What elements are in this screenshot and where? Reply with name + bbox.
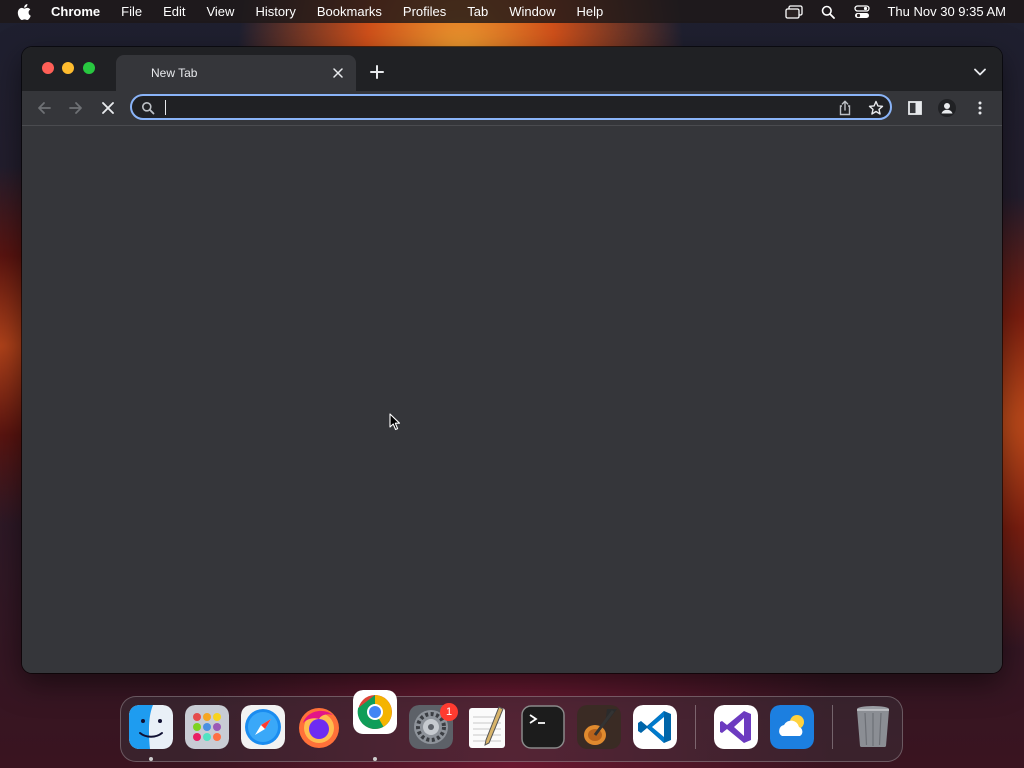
menu-view[interactable]: View [206, 4, 234, 19]
dock-separator [695, 705, 696, 749]
text-caret [165, 100, 166, 115]
back-arrow-icon[interactable] [33, 97, 55, 119]
browser-toolbar [22, 91, 1002, 125]
stop-loading-x-icon[interactable] [97, 97, 119, 119]
forward-arrow-icon[interactable] [65, 97, 87, 119]
apple-menu-icon[interactable] [17, 3, 35, 20]
garageband-guitar-icon[interactable] [577, 705, 621, 749]
tab-search-chevron-down-icon[interactable] [972, 64, 988, 80]
side-panel-icon[interactable] [904, 97, 926, 119]
tab-new-tab[interactable]: New Tab [116, 55, 356, 91]
chrome-window: New Tab [22, 47, 1002, 673]
mouse-pointer-icon [389, 413, 401, 431]
tab-close-icon[interactable] [330, 65, 346, 81]
menu-app-name[interactable]: Chrome [51, 4, 100, 19]
menu-history[interactable]: History [255, 4, 295, 19]
tab-title: New Tab [151, 66, 198, 80]
address-bar[interactable] [130, 94, 892, 120]
window-close-button[interactable] [42, 62, 54, 74]
textedit-icon[interactable] [465, 705, 509, 749]
menu-tab[interactable]: Tab [467, 4, 488, 19]
control-center-icon[interactable] [853, 4, 871, 20]
omnibox-search-icon [141, 101, 155, 115]
safari-icon[interactable] [241, 705, 285, 749]
menu-profiles[interactable]: Profiles [403, 4, 446, 19]
address-input[interactable] [162, 98, 826, 118]
menu-bookmarks[interactable]: Bookmarks [317, 4, 382, 19]
finder-icon[interactable] [129, 705, 173, 749]
more-options-kebab-icon[interactable] [969, 97, 991, 119]
window-zoom-button[interactable] [83, 62, 95, 74]
new-tab-plus-icon[interactable] [368, 63, 386, 81]
visual-studio-icon[interactable] [714, 705, 758, 749]
screen-mirroring-icon[interactable] [785, 4, 804, 20]
visual-studio-code-icon[interactable] [633, 705, 677, 749]
page-content[interactable] [22, 126, 1002, 673]
menu-bar-clock[interactable]: Thu Nov 30 9:35 AM [887, 4, 1006, 19]
menu-bar: Chrome File Edit View History Bookmarks … [0, 0, 1024, 23]
bookmark-star-icon[interactable] [867, 99, 885, 117]
google-chrome-icon[interactable] [353, 690, 397, 734]
trash-icon[interactable] [851, 703, 895, 747]
profile-avatar-icon[interactable] [936, 97, 958, 119]
chrome-running-dot [373, 757, 377, 761]
weather-cloud-icon[interactable] [770, 705, 814, 749]
system-settings-badge: 1 [440, 703, 458, 721]
menu-edit[interactable]: Edit [163, 4, 185, 19]
terminal-icon[interactable] [521, 705, 565, 749]
share-icon[interactable] [836, 99, 854, 117]
finder-running-dot [149, 757, 153, 761]
firefox-icon[interactable] [297, 705, 341, 749]
menu-help[interactable]: Help [577, 4, 604, 19]
window-minimize-button[interactable] [62, 62, 74, 74]
launchpad-icon[interactable] [185, 705, 229, 749]
dock-separator-trash [832, 705, 833, 749]
spotlight-search-icon[interactable] [819, 4, 837, 20]
menu-window[interactable]: Window [509, 4, 555, 19]
tab-strip: New Tab [22, 47, 1002, 91]
menu-file[interactable]: File [121, 4, 142, 19]
